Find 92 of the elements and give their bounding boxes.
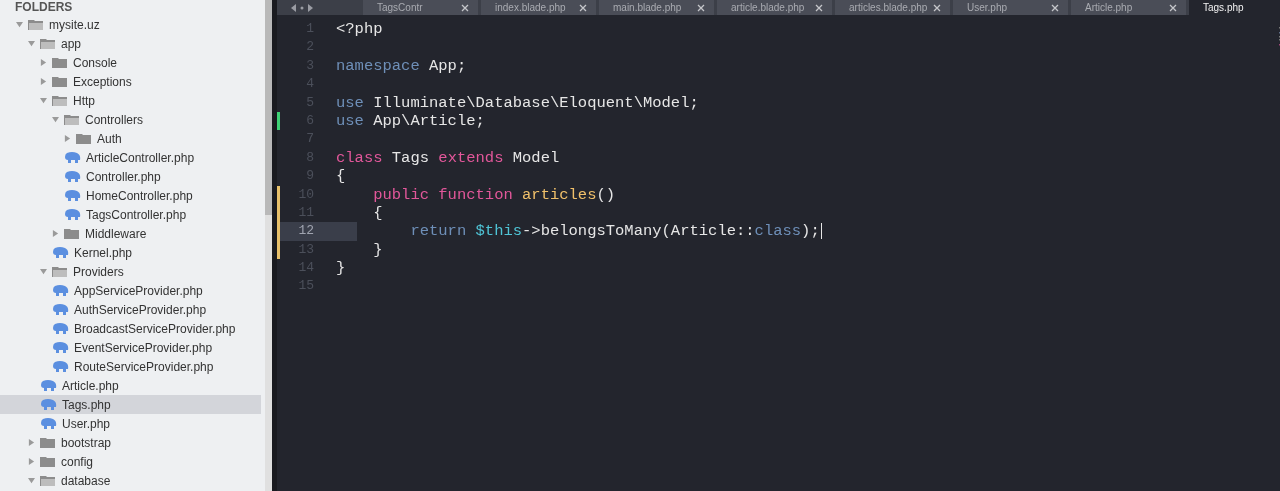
open-folder-icon (28, 18, 44, 31)
tree-item[interactable]: Exceptions (0, 72, 265, 91)
open-folder-icon (40, 37, 56, 50)
code-line: return $this->belongsToMany(Article::class); (409, 222, 822, 241)
collapsed-arrow-icon[interactable] (40, 59, 47, 66)
editor-tab[interactable]: Tags.php (1189, 0, 1280, 15)
open-folder-icon (40, 474, 56, 487)
elephant-icon (64, 209, 81, 220)
expanded-arrow-icon[interactable] (28, 477, 35, 484)
tree-item[interactable]: Console (0, 53, 265, 72)
code-line: { (372, 203, 383, 223)
code-line: { (336, 167, 346, 186)
tree-item[interactable]: Controllers (0, 110, 265, 129)
code-line: public function articles() (372, 185, 616, 204)
expanded-arrow-icon[interactable] (40, 268, 47, 275)
collapsed-arrow-icon[interactable] (52, 230, 59, 237)
code-line: use Illuminate\Database\Eloquent\Model; (336, 93, 699, 112)
tree-item[interactable]: Tags.php (0, 395, 261, 414)
tree-item[interactable]: BroadcastServiceProvider.php (0, 319, 265, 338)
folder-icon (40, 455, 56, 468)
elephant-icon (52, 285, 69, 296)
tree-item[interactable]: EventServiceProvider.php (0, 338, 265, 357)
tree-item[interactable]: database (0, 471, 265, 490)
code-line: <?php (336, 20, 383, 39)
elephant-icon (52, 361, 69, 372)
editor-tab[interactable]: TagsContr (363, 0, 481, 15)
expanded-arrow-icon[interactable] (40, 97, 47, 104)
folder-icon (52, 56, 68, 69)
line-number: 12 (297, 222, 314, 241)
tree-item[interactable]: AuthServiceProvider.php (0, 300, 265, 319)
close-icon[interactable] (933, 3, 941, 12)
close-icon[interactable] (697, 3, 705, 12)
elephant-icon (52, 342, 69, 353)
folder-icon (64, 227, 80, 240)
elephant-icon (40, 399, 57, 410)
code-line: namespace App; (336, 56, 467, 76)
tree-item[interactable]: bootstrap (0, 433, 265, 452)
editor-tab[interactable]: main.blade.php (599, 0, 717, 15)
close-icon[interactable] (1169, 3, 1177, 12)
tree-item[interactable]: config (0, 452, 265, 471)
folder-icon (52, 75, 68, 88)
tree-item[interactable]: Providers (0, 262, 265, 281)
tree-item[interactable]: app (0, 34, 265, 53)
elephant-icon (40, 418, 57, 429)
close-icon[interactable] (815, 3, 823, 12)
tree-item[interactable]: Http (0, 91, 265, 110)
editor-tab[interactable]: User.php (953, 0, 1071, 15)
expanded-arrow-icon[interactable] (16, 21, 23, 28)
elephant-icon (64, 171, 81, 182)
tree-item[interactable]: AppServiceProvider.php (0, 281, 265, 300)
tree-item[interactable]: HomeController.php (0, 186, 265, 205)
open-folder-icon (64, 113, 80, 126)
open-folder-icon (52, 94, 68, 107)
close-icon[interactable] (579, 3, 587, 12)
code-line: use App\Article; (336, 111, 485, 131)
collapsed-arrow-icon[interactable] (64, 135, 71, 142)
elephant-icon (40, 380, 57, 391)
collapsed-arrow-icon[interactable] (28, 458, 35, 465)
folder-icon (76, 132, 92, 145)
sidebar-heading: FOLDERS (14, 0, 74, 15)
tree-item[interactable]: mysite.uz (0, 15, 265, 34)
elephant-icon (52, 247, 69, 258)
open-folder-icon (52, 265, 68, 278)
collapsed-arrow-icon[interactable] (40, 78, 47, 85)
tree-item[interactable]: RouteServiceProvider.php (0, 357, 265, 376)
expanded-arrow-icon[interactable] (52, 116, 59, 123)
tree-item[interactable]: Kernel.php (0, 243, 265, 262)
tree-item[interactable]: TagsController.php (0, 205, 265, 224)
tab-scroll-arrows-icon[interactable] (291, 3, 313, 12)
elephant-icon (52, 304, 69, 315)
folder-icon (40, 436, 56, 449)
tree-item[interactable]: Controller.php (0, 167, 265, 186)
tree-item[interactable]: ArticleController.php (0, 148, 265, 167)
scrollbar-thumb[interactable] (265, 0, 272, 215)
editor-tab[interactable]: article.blade.php (717, 0, 835, 15)
tree-item[interactable]: Middleware (0, 224, 265, 243)
tree-item[interactable]: User.php (0, 414, 265, 433)
collapsed-arrow-icon[interactable] (28, 439, 35, 446)
close-icon[interactable] (461, 3, 469, 12)
close-icon[interactable] (1051, 3, 1059, 12)
elephant-icon (52, 323, 69, 334)
elephant-icon (64, 190, 81, 201)
code-line: } (336, 259, 346, 278)
elephant-icon (64, 152, 81, 163)
tree-item[interactable]: Article.php (0, 376, 265, 395)
tree-item[interactable]: Auth (0, 129, 265, 148)
editor-tab[interactable]: Article.php (1071, 0, 1189, 15)
editor-tab[interactable]: index.blade.php (481, 0, 599, 15)
code-line: } (372, 240, 383, 260)
code-line: class Tags extends Model (336, 148, 560, 168)
expanded-arrow-icon[interactable] (28, 40, 35, 47)
editor-tab[interactable]: articles.blade.php (835, 0, 953, 15)
